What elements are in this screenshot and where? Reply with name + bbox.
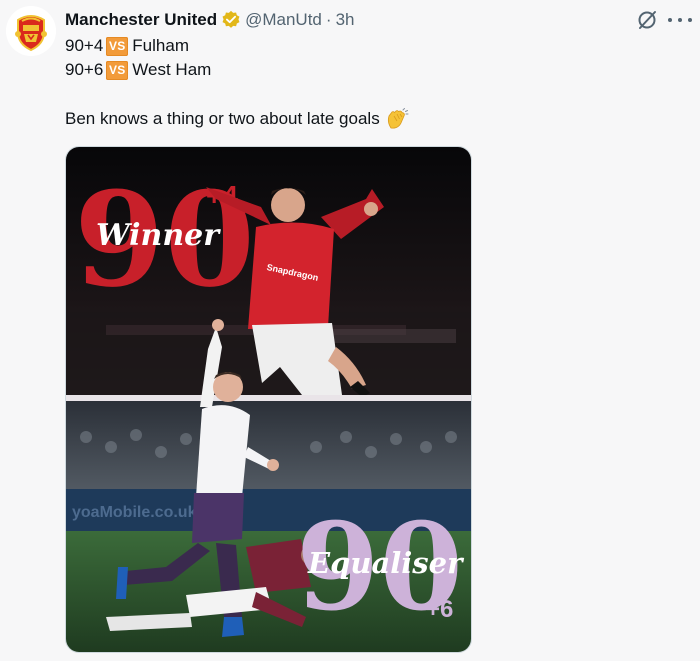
- score-line-2-score: 90+6: [65, 60, 104, 79]
- equaliser-added-time: +6: [426, 596, 453, 623]
- verified-badge-icon: [222, 10, 240, 28]
- timestamp[interactable]: 3h: [336, 10, 355, 30]
- svg-text:yoaMobile.co.uk: yoaMobile.co.uk: [72, 504, 197, 521]
- match-graphic: 90 +4 Winner Snapdragon yoaMobile.co.u: [66, 147, 471, 652]
- tweet-body: Ben knows a thing or two about late goal…: [65, 109, 380, 128]
- slash-circle-icon[interactable]: [636, 9, 658, 31]
- tweet-header: Manchester United @ManUtd · 3h: [65, 9, 354, 31]
- more-options-icon[interactable]: [668, 9, 692, 31]
- score-line-1-score: 90+4: [65, 36, 104, 55]
- winner-label: Winner: [96, 218, 221, 253]
- vs-badge-icon: VS: [106, 60, 129, 80]
- separator-dot: ·: [325, 10, 332, 29]
- score-line-1: 90+4 VS Fulham: [65, 35, 189, 57]
- score-line-2: 90+6 VS West Ham: [65, 59, 211, 81]
- author-handle[interactable]: @ManUtd: [245, 10, 322, 30]
- equaliser-label: Equaliser: [307, 546, 465, 580]
- tweet-media-image[interactable]: 90 +4 Winner Snapdragon yoaMobile.co.u: [65, 146, 472, 653]
- score-line-2-opponent: West Ham: [132, 60, 212, 79]
- author-name[interactable]: Manchester United: [65, 10, 217, 30]
- tweet-body-text: Ben knows a thing or two about late goal…: [65, 108, 409, 130]
- clapping-hands-icon: [387, 108, 409, 129]
- score-line-1-opponent: Fulham: [132, 36, 189, 55]
- avatar[interactable]: [6, 6, 56, 56]
- club-crest-icon: [6, 6, 56, 56]
- vs-badge-icon: VS: [106, 36, 129, 56]
